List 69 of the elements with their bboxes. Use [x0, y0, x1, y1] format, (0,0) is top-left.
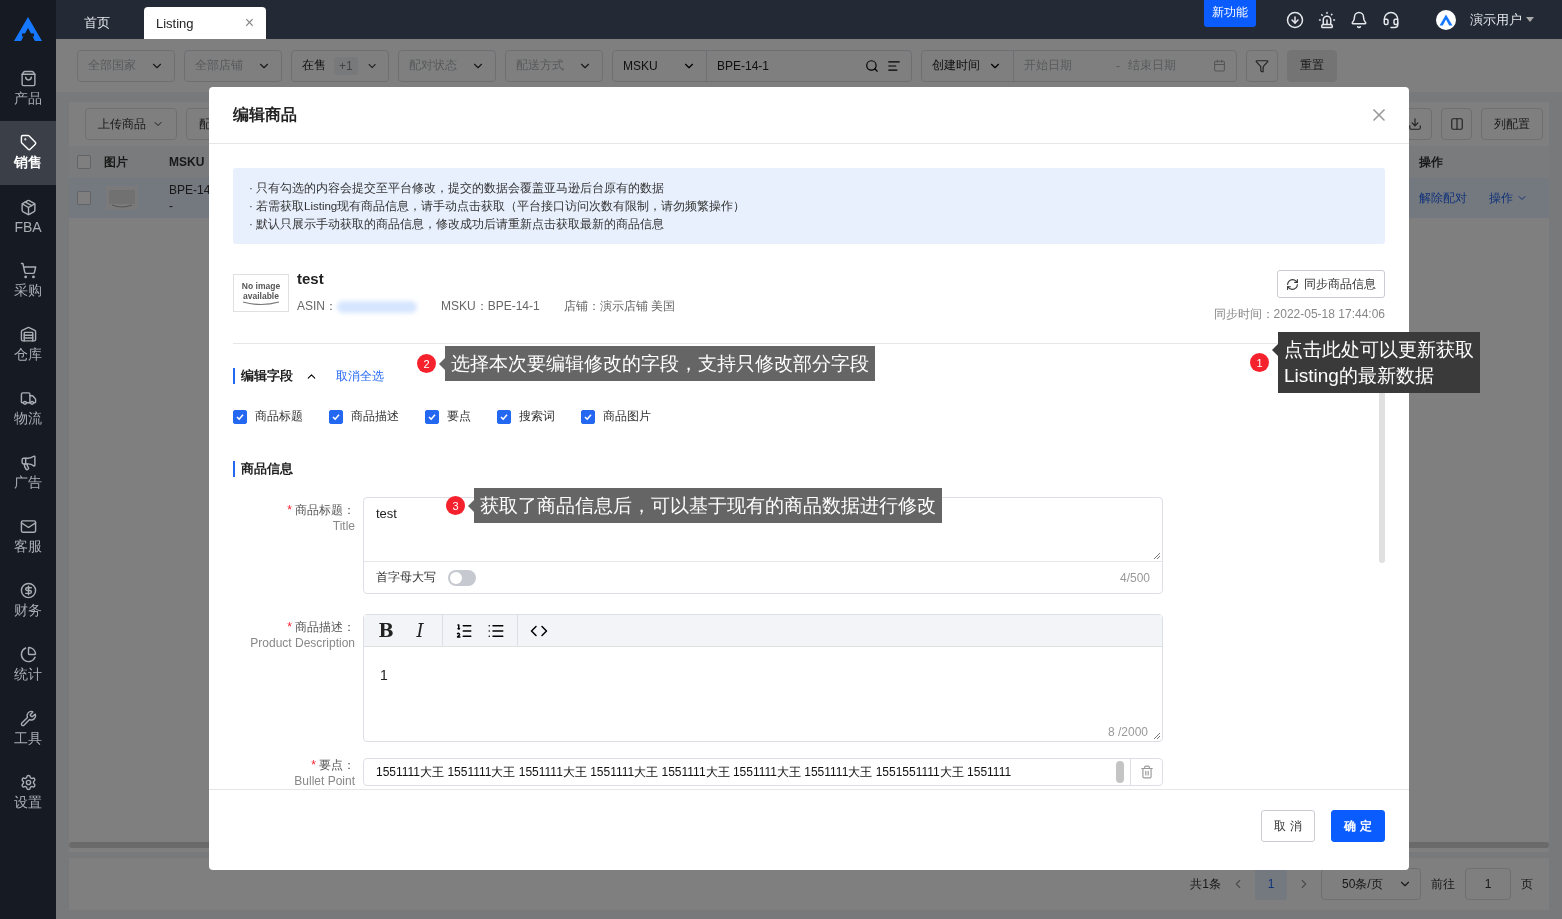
field-value: test: [376, 506, 397, 521]
checkbox-label: 搜索词: [519, 408, 555, 425]
checkbox-label: 商品描述: [351, 408, 399, 425]
deselect-all-link[interactable]: 取消全选: [336, 367, 384, 385]
table-cell: BPE-14: [169, 182, 211, 198]
upload-button[interactable]: 上传商品: [85, 108, 177, 140]
field-sublabel: Bullet Point: [294, 773, 355, 789]
sidebar-item[interactable]: 仓库: [0, 313, 56, 377]
close-icon[interactable]: ×: [244, 14, 254, 32]
checkbox-label: 要点: [447, 408, 471, 425]
sidebar-item[interactable]: 财务: [0, 569, 56, 633]
total-count: 共1条: [1190, 875, 1221, 893]
sidebar-item[interactable]: 产品: [0, 57, 56, 121]
checkbox-label: 商品标题: [255, 408, 303, 425]
column-header: 图片: [104, 154, 128, 170]
product-thumbnail: No image available: [233, 274, 289, 312]
field-label: * 要点：: [311, 758, 355, 773]
italic-button[interactable]: I: [410, 620, 430, 641]
char-counter: 4/500: [1119, 570, 1150, 585]
sync-time: 同步时间：2022-05-18 17:44:06: [1213, 306, 1385, 323]
new-feature-badge[interactable]: 新功能: [1204, 0, 1256, 27]
column-config-button[interactable]: 列配置: [1481, 108, 1543, 140]
field-sublabel: Product Description: [250, 635, 355, 651]
msku-text: MSKU：BPE-14-1: [441, 298, 540, 315]
bold-button[interactable]: B: [376, 620, 396, 641]
editor-text: 1: [380, 667, 388, 683]
sidebar-item[interactable]: 客服: [0, 505, 56, 569]
sidebar-item[interactable]: 物流: [0, 377, 56, 441]
goto-page-field[interactable]: 1: [1465, 868, 1511, 900]
section-title: 商品信息: [241, 460, 293, 478]
field-label: * 商品标题：: [287, 503, 355, 518]
toggle-label: 首字母大写: [376, 569, 436, 586]
callout-tooltip: 点击此处可以更新获取 Listing的最新数据: [1272, 332, 1480, 393]
product-name: test: [297, 270, 325, 288]
page-unit: 页: [1521, 875, 1533, 893]
callout-tooltip: 选择本次要编辑修改的字段，支持只修改部分字段: [439, 346, 875, 381]
tab[interactable]: Listing ×: [144, 7, 266, 39]
field-sublabel: Title: [332, 518, 355, 534]
cancel-button[interactable]: 取 消: [1261, 810, 1315, 842]
checkbox-label: 商品图片: [603, 408, 651, 425]
sidebar-item[interactable]: 销售: [0, 121, 56, 185]
sidebar-item[interactable]: 广告: [0, 441, 56, 505]
bullet-point-field[interactable]: 1551111大王 1551111大王 1551111大王 1551111大王 1551111大王 1551111大王 1551111大王 1551551111大王 1551111: [363, 758, 1163, 786]
field-label: * 商品描述：: [287, 620, 355, 635]
sidebar-item[interactable]: 采购: [0, 249, 56, 313]
column-header: 操作: [1419, 154, 1443, 170]
table-cell: -: [169, 198, 173, 214]
field-value: 1551111大王 1551111大王 1551111大王 1551111大王 1551111大王 1551111大王 1551111大王 1551551111大王 1551111: [376, 764, 1012, 779]
char-counter: 8 /2000: [1107, 725, 1148, 739]
reset-button[interactable]: 重置: [1287, 49, 1337, 82]
tab[interactable]: 首页: [72, 7, 136, 39]
column-header: MSKU: [169, 154, 205, 170]
sidebar-item[interactable]: 设置: [0, 761, 56, 825]
notice-text: · 只有勾选的内容会提交至平台修改，提交的数据会覆盖亚马逊后台原有的数据: [249, 181, 666, 196]
asin-label: ASIN：: [297, 298, 337, 315]
goto-label: 前往: [1431, 875, 1455, 893]
sidebar-item[interactable]: 工具: [0, 697, 56, 761]
ok-button[interactable]: 确 定: [1331, 810, 1385, 842]
store-text: 店铺：演示店铺 美国: [563, 298, 676, 315]
sync-button[interactable]: 同步商品信息: [1277, 270, 1385, 298]
section-title: 编辑字段: [241, 367, 293, 385]
sidebar-item[interactable]: 统计: [0, 633, 56, 697]
rich-text-editor[interactable]: B I 1 8 /2000: [363, 614, 1163, 742]
notice-text: · 若需获取Listing现有商品信息，请手动点击获取（平台接口访问次数有限制，请勿频繁操作）: [249, 199, 747, 214]
notice-text: · 默认只展示手动获取的商品信息，修改成功后请重新点击获取最新的商品信息: [249, 217, 666, 232]
user-menu[interactable]: 演示用户: [1470, 10, 1534, 29]
callout-tooltip: 获取了商品信息后，可以基于现有的商品数据进行修改: [468, 488, 942, 523]
sidebar-item[interactable]: FBA: [0, 185, 56, 249]
dialog-title: 编辑商品: [233, 104, 297, 125]
